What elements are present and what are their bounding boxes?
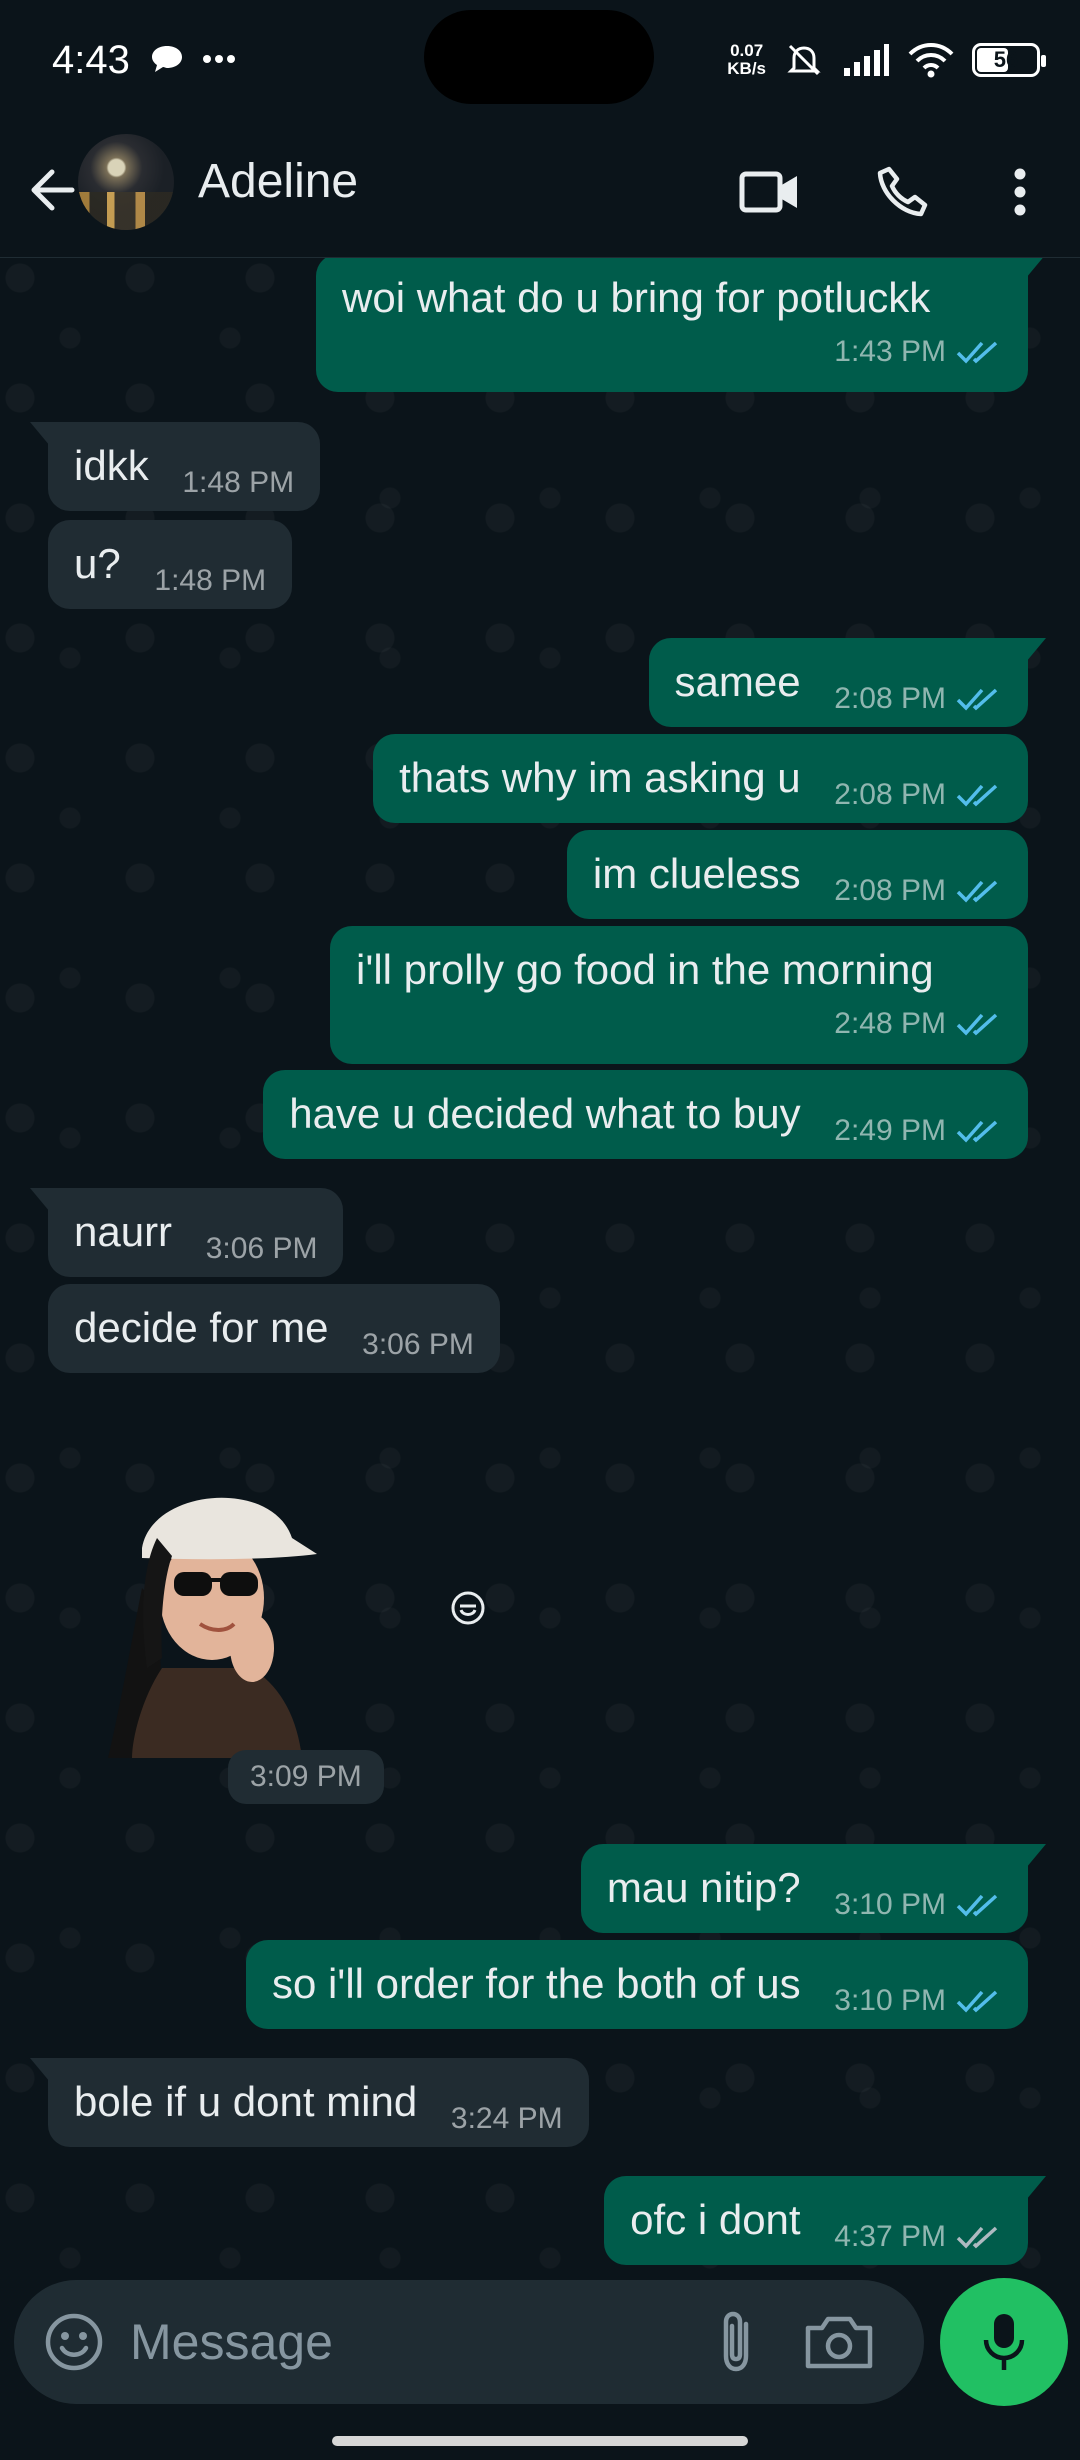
message-bubble-outgoing[interactable]: i'll prolly go food in the morning 2:48 … bbox=[330, 926, 1028, 1064]
video-call-button[interactable] bbox=[734, 156, 806, 228]
message-bubble-outgoing[interactable]: have u decided what to buy 2:49 PM bbox=[263, 1070, 1028, 1159]
message-meta: 3:10 PM bbox=[834, 1975, 1002, 2027]
message-composer bbox=[14, 2280, 924, 2404]
message-meta: 3:10 PM bbox=[834, 1879, 1002, 1931]
message-time: 4:37 PM bbox=[834, 2220, 946, 2253]
more-vert-icon bbox=[1014, 168, 1026, 216]
message-text: u? bbox=[74, 540, 121, 587]
home-indicator[interactable] bbox=[332, 2436, 748, 2446]
message-time: 2:08 PM bbox=[834, 874, 946, 907]
double-check-read-icon bbox=[956, 1120, 998, 1143]
phone-icon bbox=[877, 166, 928, 217]
message-text: have u decided what to buy bbox=[289, 1090, 801, 1137]
status-left-icons bbox=[150, 44, 236, 74]
message-bubble-incoming[interactable]: naurr 3:06 PM bbox=[29, 1188, 344, 1277]
status-time: 4:43 bbox=[52, 38, 130, 82]
message-meta: 2:08 PM bbox=[834, 865, 1002, 917]
double-check-read-icon bbox=[956, 784, 998, 807]
more-options-button[interactable] bbox=[984, 156, 1056, 228]
emoji-icon[interactable] bbox=[42, 2310, 106, 2374]
wifi-icon bbox=[908, 43, 954, 78]
mic-icon bbox=[983, 2314, 1025, 2370]
double-check-delivered-icon bbox=[956, 2226, 998, 2249]
message-bubble-outgoing[interactable]: ofc i dont 4:37 PM bbox=[604, 2176, 1046, 2265]
message-text: so i'll order for the both of us bbox=[271, 1960, 801, 2007]
message-text: samee bbox=[674, 658, 801, 705]
message-bubble-incoming[interactable]: idkk 1:48 PM bbox=[29, 422, 321, 511]
voice-call-button[interactable] bbox=[866, 156, 938, 228]
double-check-read-icon bbox=[956, 341, 998, 364]
message-text: decide for me bbox=[74, 1304, 329, 1351]
message-time: 3:06 PM bbox=[362, 1328, 474, 1361]
message-text: im clueless bbox=[592, 850, 801, 897]
camera-icon[interactable] bbox=[800, 2306, 878, 2378]
message-text: ofc i dont bbox=[630, 2196, 801, 2243]
message-time: 2:08 PM bbox=[834, 682, 946, 715]
status-right-icons: 0.07 KB/s 56 bbox=[727, 40, 1046, 80]
message-bubble-incoming[interactable]: u? 1:48 PM bbox=[48, 520, 293, 609]
message-time: 3:24 PM bbox=[450, 2102, 563, 2135]
signal-icon bbox=[844, 44, 889, 76]
attachment-icon[interactable] bbox=[704, 2306, 776, 2378]
contact-avatar[interactable] bbox=[78, 134, 174, 230]
sticker-time: 3:09 PM bbox=[228, 1750, 384, 1804]
message-bubble-outgoing[interactable]: woi what do u bring for potluckk 1:43 PM bbox=[316, 258, 1046, 392]
message-bubble-outgoing[interactable]: so i'll order for the both of us 3:10 PM bbox=[245, 1940, 1028, 2029]
message-time: 2:08 PM bbox=[834, 778, 946, 811]
message-meta: 2:49 PM bbox=[834, 1105, 1002, 1157]
voice-message-button[interactable] bbox=[940, 2278, 1068, 2406]
message-time: 1:48 PM bbox=[154, 564, 267, 597]
message-time: 3:06 PM bbox=[205, 1232, 318, 1265]
message-time: 3:10 PM bbox=[834, 1888, 946, 1921]
message-bubble-outgoing[interactable]: im clueless 2:08 PM bbox=[566, 830, 1028, 919]
react-emoji-icon[interactable] bbox=[448, 1588, 488, 1628]
message-text: i'll prolly go food in the morning bbox=[356, 946, 934, 993]
battery-percent: 56 bbox=[993, 47, 1019, 72]
message-meta: 2:08 PM bbox=[834, 769, 1002, 821]
more-notifications-icon bbox=[203, 55, 235, 63]
network-speed-unit: KB/s bbox=[727, 59, 766, 78]
message-bubble-incoming[interactable]: bole if u dont mind 3:24 PM bbox=[30, 2058, 589, 2147]
network-speed-value: 0.07 bbox=[730, 41, 764, 60]
battery-indicator: 56 bbox=[972, 43, 1046, 77]
contact-name[interactable]: Adeline bbox=[198, 154, 358, 209]
message-text: mau nitip? bbox=[606, 1864, 801, 1911]
message-bubble-outgoing[interactable]: samee 2:08 PM bbox=[648, 638, 1047, 727]
message-time: 2:48 PM bbox=[834, 1007, 946, 1040]
chat-notification-icon bbox=[152, 46, 182, 72]
message-bubble-outgoing[interactable]: thats why im asking u 2:08 PM bbox=[373, 734, 1028, 823]
message-meta: 2:48 PM bbox=[356, 998, 1002, 1050]
message-text: naurr bbox=[74, 1208, 173, 1255]
camera-notch bbox=[424, 10, 654, 104]
message-input[interactable] bbox=[130, 2310, 690, 2374]
message-text: thats why im asking u bbox=[399, 754, 801, 801]
sticker-image[interactable] bbox=[102, 1468, 332, 1758]
back-arrow-icon[interactable] bbox=[22, 160, 82, 220]
video-call-icon bbox=[739, 171, 797, 213]
message-text: idkk bbox=[74, 442, 149, 489]
message-time: 1:48 PM bbox=[182, 466, 295, 499]
double-check-read-icon bbox=[956, 1894, 998, 1917]
status-bar: 4:43 0.07 KB/s 56 bbox=[0, 0, 1080, 130]
message-time: 3:10 PM bbox=[834, 1984, 946, 2017]
message-bubble-incoming[interactable]: decide for me 3:06 PM bbox=[48, 1284, 500, 1373]
message-meta: 1:43 PM bbox=[342, 326, 1002, 378]
message-list[interactable]: woi what do u bring for potluckk 1:43 PM… bbox=[0, 258, 1080, 2270]
chat-header: Adeline bbox=[0, 130, 1080, 258]
double-check-read-icon bbox=[956, 1013, 998, 1036]
bell-muted-icon bbox=[787, 44, 821, 76]
network-speed: 0.07 KB/s bbox=[727, 42, 766, 78]
message-bubble-outgoing[interactable]: mau nitip? 3:10 PM bbox=[580, 1844, 1047, 1933]
message-meta: 4:37 PM bbox=[834, 2211, 1002, 2263]
message-text: bole if u dont mind bbox=[74, 2078, 418, 2125]
message-meta: 2:08 PM bbox=[834, 673, 1002, 725]
message-text: woi what do u bring for potluckk bbox=[342, 274, 931, 321]
message-time: 1:43 PM bbox=[834, 335, 946, 368]
double-check-read-icon bbox=[956, 880, 998, 903]
double-check-read-icon bbox=[956, 1990, 998, 2013]
double-check-read-icon bbox=[956, 688, 998, 711]
message-time: 2:49 PM bbox=[834, 1114, 946, 1147]
